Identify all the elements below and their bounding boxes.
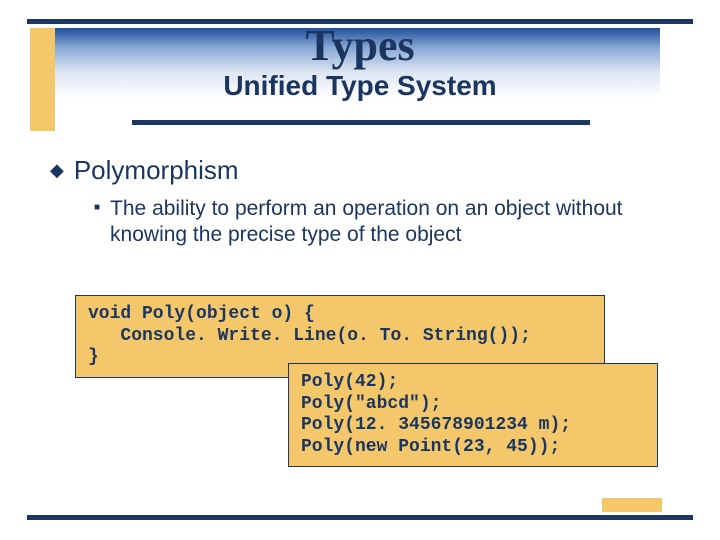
bottom-accent — [602, 498, 662, 512]
bullet-level-1: ◆ Polymorphism — [50, 155, 670, 186]
bottom-border — [27, 515, 693, 520]
bullet-text: The ability to perform an operation on a… — [110, 196, 630, 249]
title-block: Types Unified Type System — [0, 24, 720, 102]
slide-title: Types — [0, 24, 720, 68]
slide-subtitle: Unified Type System — [0, 70, 720, 102]
code-block-calls: Poly(42); Poly("abcd"); Poly(12. 3456789… — [288, 363, 658, 467]
slide: Types Unified Type System ◆ Polymorphism… — [0, 0, 720, 540]
bullet-text: Polymorphism — [74, 155, 239, 186]
diamond-bullet-icon: ◆ — [50, 155, 64, 185]
bullet-level-2: ■ The ability to perform an operation on… — [94, 196, 670, 249]
subtitle-underline-dark — [132, 120, 590, 125]
subtitle-underline — [132, 120, 590, 125]
body: ◆ Polymorphism ■ The ability to perform … — [50, 155, 670, 490]
square-bullet-icon: ■ — [94, 196, 100, 220]
